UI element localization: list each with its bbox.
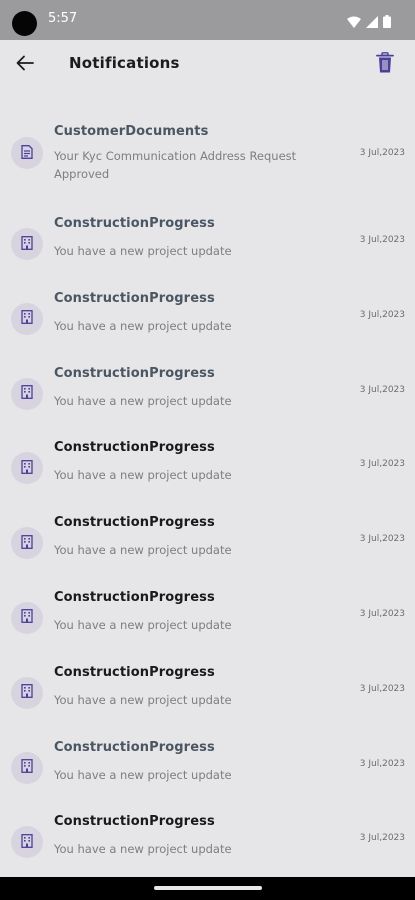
notification-body: Your Kyc Communication Address Request A… <box>54 149 297 181</box>
notification-date: 3 Jul,2023 <box>359 309 405 320</box>
notification-body: You have a new project update <box>54 244 232 258</box>
notification-avatar <box>11 826 43 859</box>
notification-title: ConstructionProgress <box>54 664 215 680</box>
signal-icon <box>366 13 378 32</box>
notification-item[interactable]: ConstructionProgress You have a new proje… <box>0 352 415 427</box>
notification-title: ConstructionProgress <box>54 290 215 306</box>
status-icons <box>347 13 391 32</box>
notification-avatar <box>11 302 43 335</box>
notification-avatar <box>11 751 43 784</box>
notification-body: You have a new project update <box>54 393 232 408</box>
notification-title: ConstructionProgress <box>54 814 215 830</box>
building-icon <box>21 384 33 403</box>
app-bar: Notifications <box>0 40 415 90</box>
page-title: Notifications <box>69 54 180 72</box>
notification-body: You have a new project update <box>54 543 232 558</box>
notification-item[interactable]: CustomerDocuments Your Kyc Communication … <box>0 110 415 202</box>
notification-avatar <box>11 676 43 709</box>
building-icon <box>21 235 33 254</box>
notification-body: You have a new project update <box>54 318 232 333</box>
notification-date: 3 Jul,2023 <box>359 384 405 395</box>
building-icon <box>21 309 33 328</box>
home-indicator[interactable] <box>154 886 262 890</box>
building-icon <box>21 459 33 478</box>
status-bar: 5:57 <box>0 0 415 40</box>
notification-body: You have a new project update <box>54 692 232 707</box>
notification-avatar <box>11 527 43 560</box>
notification-date: 3 Jul,2023 <box>359 833 405 844</box>
notification-item[interactable]: ConstructionProgress You have a new proje… <box>0 576 415 651</box>
notification-title: ConstructionProgress <box>54 365 215 381</box>
notification-item[interactable]: ConstructionProgress You have a new proje… <box>0 800 415 875</box>
notification-body: You have a new project update <box>54 842 232 857</box>
building-icon <box>21 758 33 777</box>
notification-body: You have a new project update <box>54 767 232 782</box>
arrow-left-icon <box>16 55 34 75</box>
notification-item[interactable]: ConstructionProgress You have a new proje… <box>0 426 415 501</box>
notification-avatar <box>11 377 43 410</box>
building-icon <box>21 534 33 553</box>
building-icon <box>21 683 33 702</box>
notification-title: ConstructionProgress <box>54 440 215 456</box>
status-time: 5:57 <box>48 11 78 26</box>
system-nav-bar <box>0 877 415 900</box>
notification-avatar <box>11 228 43 260</box>
battery-icon <box>383 13 391 32</box>
notification-body: You have a new project update <box>54 468 232 483</box>
notification-avatar <box>11 452 43 485</box>
notification-item[interactable]: ConstructionProgress You have a new proje… <box>0 202 415 277</box>
building-icon <box>21 833 33 852</box>
document-icon <box>21 144 33 163</box>
notification-title: ConstructionProgress <box>54 739 215 755</box>
trash-icon <box>376 52 394 78</box>
building-icon <box>21 608 33 627</box>
back-button[interactable] <box>12 52 38 78</box>
camera-cutout <box>12 11 37 36</box>
notification-title: ConstructionProgress <box>54 216 215 231</box>
notification-list: CustomerDocuments Your Kyc Communication … <box>0 110 415 875</box>
notification-date: 3 Jul,2023 <box>359 534 405 545</box>
notification-date: 3 Jul,2023 <box>359 235 405 245</box>
notification-item[interactable]: ConstructionProgress You have a new proje… <box>0 726 415 801</box>
notification-body: You have a new project update <box>54 617 232 632</box>
notification-title: ConstructionProgress <box>54 515 215 531</box>
notification-item[interactable]: ConstructionProgress You have a new proje… <box>0 277 415 352</box>
wifi-icon <box>347 13 361 32</box>
notification-date: 3 Jul,2023 <box>359 758 405 769</box>
notification-date: 3 Jul,2023 <box>359 148 405 158</box>
delete-all-button[interactable] <box>373 52 397 78</box>
notification-title: CustomerDocuments <box>54 124 209 139</box>
notification-title: ConstructionProgress <box>54 589 215 605</box>
notification-avatar <box>11 601 43 634</box>
notification-date: 3 Jul,2023 <box>359 683 405 694</box>
notification-item[interactable]: ConstructionProgress You have a new proje… <box>0 501 415 576</box>
notification-item[interactable]: ConstructionProgress You have a new proje… <box>0 651 415 726</box>
notification-date: 3 Jul,2023 <box>359 459 405 470</box>
notification-date: 3 Jul,2023 <box>359 608 405 619</box>
notification-avatar <box>11 137 43 169</box>
